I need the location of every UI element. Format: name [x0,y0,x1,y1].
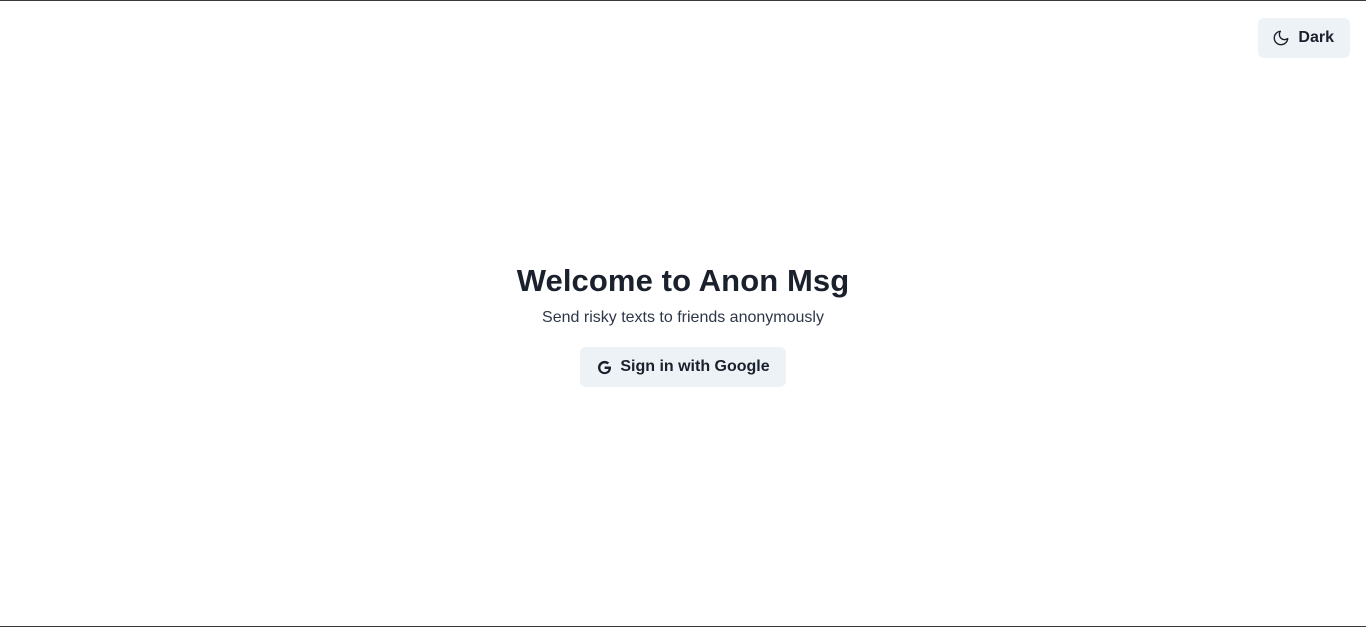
page-subtitle: Send risky texts to friends anonymously [542,309,824,326]
dark-mode-toggle-button[interactable]: Dark [1258,18,1350,58]
hero-section: Welcome to Anon Msg Send risky texts to … [0,259,1366,387]
page-title: Welcome to Anon Msg [516,263,850,298]
dark-mode-toggle-label: Dark [1298,29,1334,46]
sign-in-with-google-label: Sign in with Google [620,358,770,375]
sign-in-with-google-button[interactable]: Sign in with Google [580,347,786,387]
moon-icon [1272,29,1290,47]
google-icon [596,359,613,376]
page-frame: Dark Welcome to Anon Msg Send risky text… [0,0,1366,627]
